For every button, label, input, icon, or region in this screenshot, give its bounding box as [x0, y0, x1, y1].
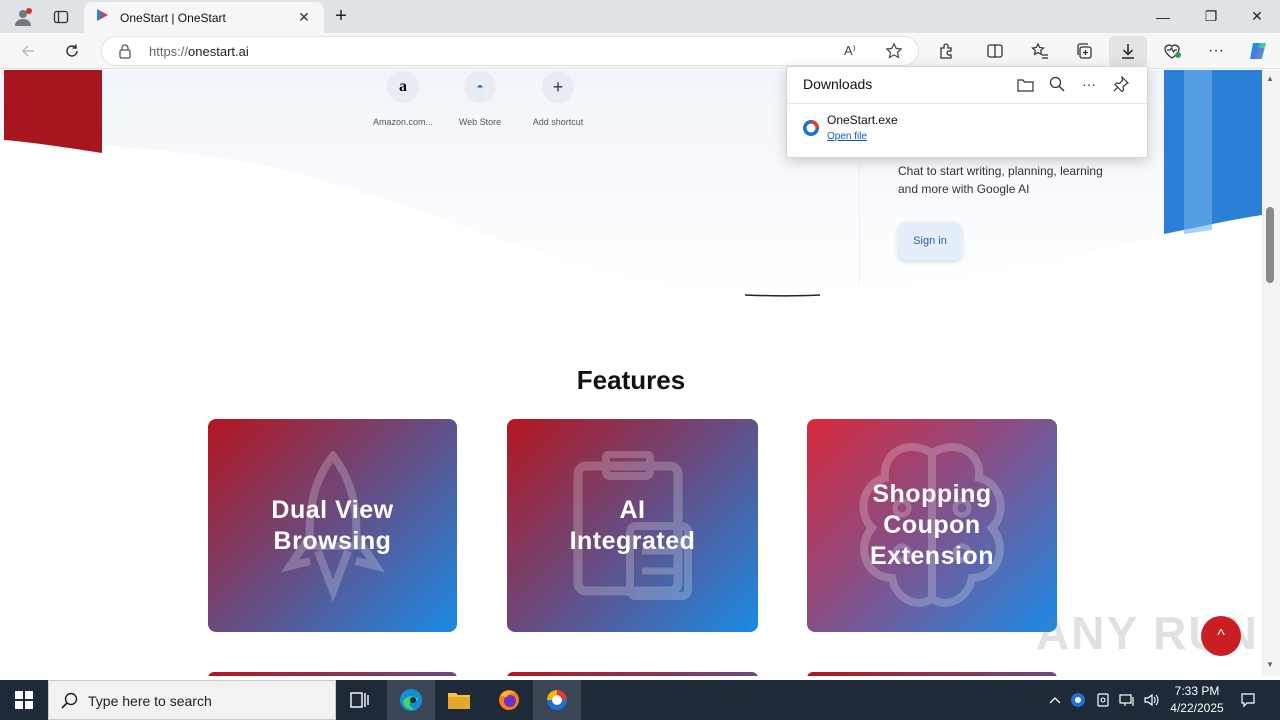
pin-icon[interactable]: [1110, 73, 1132, 95]
network-icon[interactable]: [1117, 690, 1137, 710]
onestart-favicon-icon: [94, 7, 110, 28]
feature-card-partial: [507, 672, 758, 676]
tab-onestart[interactable]: OneStart | OneStart ✕: [84, 2, 324, 33]
notifications-icon[interactable]: [1238, 690, 1258, 710]
shortcut-label: Web Store: [458, 117, 502, 127]
open-file-link[interactable]: Open file: [827, 131, 867, 142]
feature-card-shopping-coupon[interactable]: Shopping Coupon Extension: [807, 419, 1057, 632]
more-options-icon[interactable]: ···: [1078, 73, 1100, 95]
favorite-star-icon[interactable]: [885, 42, 903, 65]
scroll-up-arrow-icon[interactable]: ▲: [1266, 74, 1274, 83]
feature-card-dual-view[interactable]: Dual View Browsing: [208, 419, 457, 632]
volume-icon[interactable]: [1141, 690, 1161, 710]
scroll-to-top-button[interactable]: ^: [1201, 616, 1241, 656]
split-screen-icon[interactable]: [981, 37, 1009, 65]
onestart-taskbar-icon[interactable]: [533, 680, 581, 720]
feature-card-partial: [208, 672, 457, 676]
device-icon[interactable]: [1093, 690, 1113, 710]
onestart-tray-icon[interactable]: [1068, 690, 1088, 710]
address-bar[interactable]: https://onestart.ai A⁾: [101, 36, 919, 66]
close-tab-icon[interactable]: ✕: [294, 9, 314, 26]
shortcut-label: Add shortcut: [532, 117, 584, 127]
sign-in-button[interactable]: Sign in: [898, 222, 962, 260]
shortcut-web-store[interactable]: ◓ Web Store: [440, 70, 520, 127]
web-store-icon: ◓: [464, 71, 496, 103]
copilot-icon[interactable]: [1244, 37, 1272, 65]
navigation-bar: https://onestart.ai A⁾ ···: [0, 33, 1280, 69]
file-explorer-icon[interactable]: [435, 680, 483, 720]
profile-avatar-icon[interactable]: [8, 0, 38, 33]
page-scrollbar[interactable]: ▲ ▼: [1262, 70, 1280, 676]
downloads-panel: Downloads ··· OneStart.exe Open file: [786, 66, 1148, 158]
add-shortcut-icon: +: [542, 71, 574, 103]
feature-card-title: AI Integrated: [569, 495, 696, 555]
read-aloud-icon[interactable]: A⁾: [844, 43, 856, 59]
windows-start-icon[interactable]: [0, 680, 48, 720]
url-text[interactable]: https://onestart.ai: [149, 44, 249, 59]
firefox-icon[interactable]: [485, 680, 533, 720]
search-downloads-icon[interactable]: [1046, 73, 1068, 95]
back-arrow-icon[interactable]: [14, 37, 42, 65]
refresh-icon[interactable]: [58, 37, 86, 65]
taskbar-search-input[interactable]: Type here to search: [48, 680, 336, 720]
tab-title: OneStart | OneStart: [120, 10, 226, 25]
divider: [787, 103, 1147, 104]
title-bar: OneStart | OneStart ✕ + — ❐ ✕: [0, 0, 1280, 33]
scrollbar-thumb[interactable]: [1266, 207, 1274, 283]
extensions-icon[interactable]: [933, 37, 961, 65]
search-icon: [61, 692, 78, 714]
feature-card-title: Dual View Browsing: [271, 495, 394, 555]
shortcut-amazon[interactable]: a Amazon.com...: [363, 70, 443, 127]
task-view-icon[interactable]: [336, 680, 384, 720]
clock-time: 7:33 PM: [1174, 684, 1220, 698]
gemini-description: Chat to start writing, planning, learnin…: [898, 164, 1103, 196]
close-window-button[interactable]: ✕: [1234, 0, 1280, 33]
favorites-icon[interactable]: [1026, 37, 1054, 65]
lock-icon[interactable]: [118, 43, 132, 64]
minimize-button[interactable]: —: [1140, 0, 1186, 33]
restore-button[interactable]: ❐: [1188, 0, 1234, 33]
scroll-down-arrow-icon[interactable]: ▼: [1266, 660, 1274, 669]
system-clock[interactable]: 7:33 PM 4/22/2025: [1164, 683, 1230, 717]
shortcut-label: Amazon.com...: [372, 117, 434, 127]
search-placeholder: Type here to search: [88, 693, 212, 709]
downloads-button[interactable]: [1109, 36, 1147, 66]
features-heading: Features: [576, 365, 686, 395]
onestart-file-icon: [802, 119, 820, 142]
feature-card-partial: [807, 672, 1057, 676]
new-tab-button[interactable]: +: [328, 0, 354, 33]
feature-card-ai-integrated[interactable]: AI Integrated: [507, 419, 758, 632]
settings-more-icon[interactable]: ···: [1202, 37, 1230, 65]
windows-taskbar: Type here to search 7:33 PM 4/22/2025: [0, 680, 1280, 720]
collections-icon[interactable]: [1070, 37, 1098, 65]
downloads-title: Downloads: [803, 76, 873, 92]
download-arrow-icon: [1119, 42, 1137, 65]
edge-taskbar-icon[interactable]: [387, 680, 435, 720]
clock-date: 4/22/2025: [1170, 701, 1224, 715]
download-file-name[interactable]: OneStart.exe: [827, 113, 898, 127]
shortcut-add[interactable]: + Add shortcut: [518, 70, 598, 127]
web-page: a Amazon.com... ◓ Web Store + Add shortc…: [0, 70, 1262, 676]
feature-card-title: Shopping Coupon Extension: [870, 480, 994, 570]
show-hidden-icons-icon[interactable]: [1045, 690, 1065, 710]
tab-actions-icon[interactable]: [46, 0, 76, 33]
amazon-logo-icon: a: [387, 71, 419, 103]
side-panel-divider: [859, 156, 860, 286]
browser-essentials-icon[interactable]: [1158, 37, 1186, 65]
open-folder-icon[interactable]: [1014, 73, 1036, 95]
